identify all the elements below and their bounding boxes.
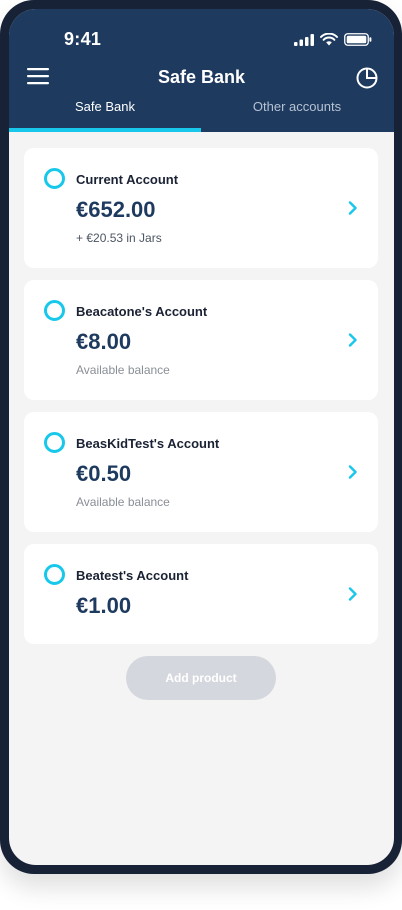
status-time: 9:41	[64, 29, 102, 49]
page-title: Safe Bank	[157, 67, 246, 87]
account-name: BeasKidTest's Account	[76, 436, 220, 451]
signal-icon	[294, 33, 314, 46]
account-balance: €0.50	[76, 461, 132, 486]
app-screen: 9:41 Safe Bank Safe Bank Other accounts …	[9, 9, 394, 865]
chevron-right-icon	[348, 587, 357, 601]
app-header: 9:41 Safe Bank Safe Bank Other accounts	[9, 9, 394, 132]
account-radio[interactable]	[44, 564, 65, 585]
account-name: Beatest's Account	[76, 568, 189, 583]
phone-frame: 9:41 Safe Bank Safe Bank Other accounts …	[0, 0, 402, 874]
status-icons	[294, 33, 372, 46]
account-radio[interactable]	[44, 168, 65, 189]
account-name: Beacatone's Account	[76, 304, 208, 319]
account-card-beaskidtest[interactable]: BeasKidTest's Account €0.50 Available ba…	[24, 412, 378, 532]
account-subtitle: + €20.53 in Jars	[76, 231, 162, 245]
account-name: Current Account	[76, 172, 179, 187]
tab-other-accounts[interactable]: Other accounts	[201, 99, 393, 114]
tab-safe-bank[interactable]: Safe Bank	[9, 99, 201, 114]
add-product-button[interactable]: Add product	[126, 656, 276, 700]
account-card-beatest[interactable]: Beatest's Account €1.00	[24, 544, 378, 644]
active-tab-indicator	[9, 128, 201, 132]
account-radio[interactable]	[44, 432, 65, 453]
analytics-button[interactable]	[356, 67, 378, 89]
chevron-right-icon	[348, 333, 357, 347]
battery-icon	[344, 33, 372, 46]
account-card-current[interactable]: Current Account €652.00 + €20.53 in Jars	[24, 148, 378, 268]
account-subtitle: Available balance	[76, 363, 170, 377]
account-radio[interactable]	[44, 300, 65, 321]
pie-chart-icon	[356, 67, 378, 89]
account-balance: €1.00	[76, 593, 132, 618]
chevron-right-icon	[348, 465, 357, 479]
account-balance: €8.00	[76, 329, 132, 354]
wifi-icon	[320, 33, 338, 46]
account-card-beacatone[interactable]: Beacatone's Account €8.00 Available bala…	[24, 280, 378, 400]
chevron-right-icon	[348, 201, 357, 215]
account-balance: €652.00	[76, 197, 156, 222]
account-subtitle: Available balance	[76, 495, 170, 509]
